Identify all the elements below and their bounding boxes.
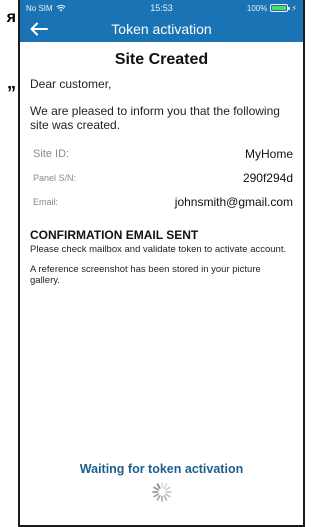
back-button[interactable] (28, 19, 50, 39)
nav-bar: Token activation (20, 16, 303, 42)
page-title: Site Created (114, 51, 209, 68)
status-right: 100% ⚡ (247, 4, 297, 13)
site-id-value: MyHome (244, 147, 293, 161)
confirmation-title: CONFIRMATION EMAIL SENT (30, 228, 199, 242)
intro-text: We are pleased to inform you that the fo… (30, 104, 280, 132)
spinner-spoke (163, 494, 168, 501)
email-value: johnsmith@gmail.com (174, 195, 293, 209)
battery-percent: 100% (246, 3, 268, 13)
spinner-spoke (164, 486, 171, 491)
cropped-letter: я (6, 10, 16, 26)
nav-title: Token activation (111, 21, 212, 37)
phone-screen: No SIM 15:53 100% ⚡ Token activation Sit… (18, 0, 305, 527)
battery-level (272, 6, 287, 10)
panel-sn-value: 290f294d (242, 171, 293, 185)
charging-icon: ⚡ (291, 3, 297, 13)
spinner-spoke (156, 483, 161, 490)
greeting-text: Dear customer, (30, 77, 112, 91)
email-label: Email: (33, 197, 59, 207)
waiting-status-text: Waiting for token activation (79, 462, 244, 476)
spinner-spoke (164, 493, 171, 498)
info-row-email: Email: johnsmith@gmail.com (30, 190, 293, 214)
panel-sn-label: Panel S/N: (33, 173, 77, 183)
site-id-label: Site ID: (33, 148, 70, 160)
main-content: Site Created Dear customer, We are pleas… (20, 51, 303, 286)
site-info-list: Site ID: MyHome Panel S/N: 290f294d Emai… (30, 142, 293, 214)
battery-tip (288, 7, 291, 10)
screenshot-note: A reference screenshot has been stored i… (30, 264, 261, 286)
info-row-panel-sn: Panel S/N: 290f294d (30, 166, 293, 190)
arrow-left-icon (30, 22, 48, 36)
spinner-spoke (156, 494, 161, 501)
spinner-spoke (153, 493, 160, 498)
confirmation-text: Please check mailbox and validate token … (30, 244, 287, 255)
left-gutter: я ” (0, 0, 18, 527)
cropped-quote-mark: ” (7, 84, 16, 102)
info-row-site-id: Site ID: MyHome (30, 142, 293, 166)
loading-spinner-icon (152, 482, 172, 502)
spinner-spoke (153, 486, 160, 491)
battery-icon (270, 4, 291, 12)
status-bar: No SIM 15:53 100% ⚡ (20, 0, 303, 16)
spinner-spoke (163, 483, 168, 490)
